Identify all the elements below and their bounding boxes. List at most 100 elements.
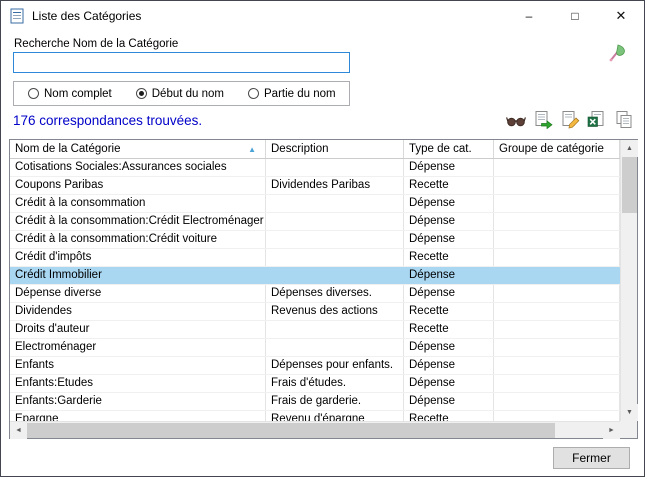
table-row[interactable]: Enfants:EtudesFrais d'études.Dépense (10, 375, 620, 393)
cell-type: Recette (404, 249, 494, 266)
vertical-scrollbar[interactable]: ▲ ▼ (620, 140, 637, 421)
table-row[interactable]: Droits d'auteurRecette (10, 321, 620, 339)
copy-icon[interactable] (613, 110, 634, 129)
clear-search-icon[interactable] (608, 43, 628, 63)
cell-type: Dépense (404, 339, 494, 356)
cell-type: Dépense (404, 231, 494, 248)
cell-description: Frais d'études. (266, 375, 404, 392)
status-text: 176 correspondances trouvées. (13, 113, 202, 128)
radio-option-label: Nom complet (44, 88, 112, 100)
table-row[interactable]: DividendesRevenus des actionsRecette (10, 303, 620, 321)
radio-unselected-icon (248, 88, 259, 99)
categories-table: Nom de la Catégorie ▲ Description Type de c… (9, 139, 638, 439)
cell-type: Dépense (404, 195, 494, 212)
cell-type: Dépense (404, 159, 494, 176)
table-body: Cotisations Sociales:Assurances sociales… (10, 159, 620, 421)
radio-selected-icon (136, 88, 147, 99)
cell-description: Dépenses pour enfants. (266, 357, 404, 374)
horizontal-scrollbar[interactable]: ◄ ► (10, 421, 620, 438)
cell-group (494, 393, 620, 410)
column-header-2[interactable]: Type de cat. (404, 140, 494, 158)
table-row[interactable]: Crédit ImmobilierDépense (10, 267, 620, 285)
fermer-button[interactable]: Fermer (553, 447, 630, 469)
radio-option-2[interactable]: Partie du nom (248, 88, 336, 100)
cell-name: Epargne (10, 411, 266, 421)
cell-type: Dépense (404, 357, 494, 374)
cell-name: Cotisations Sociales:Assurances sociales (10, 159, 266, 176)
column-header-label: Nom de la Catégorie (15, 143, 120, 155)
cell-type: Dépense (404, 267, 494, 284)
minimize-button[interactable]: – (506, 1, 552, 31)
cell-name: Crédit à la consommation:Crédit Electrom… (10, 213, 266, 230)
radio-option-0[interactable]: Nom complet (28, 88, 112, 100)
column-header-0[interactable]: Nom de la Catégorie ▲ (10, 140, 266, 158)
dialog-liste-des-categories: Liste des Catégories – □ ✕ Recherche Nom… (0, 0, 645, 477)
cell-name: Crédit à la consommation (10, 195, 266, 212)
cell-group (494, 267, 620, 284)
cell-name: Crédit d'impôts (10, 249, 266, 266)
table-row[interactable]: Crédit à la consommation Dépense (10, 195, 620, 213)
column-header-3[interactable]: Groupe de catégorie (494, 140, 620, 158)
radio-group: Nom complet Début du nom Partie du nom (13, 81, 350, 106)
table-row[interactable]: EpargneRevenu d'épargneRecette (10, 411, 620, 421)
cell-name: Dépense diverse (10, 285, 266, 302)
close-window-button[interactable]: ✕ (598, 1, 644, 31)
table-row[interactable]: Enfants:GarderieFrais de garderie.Dépens… (10, 393, 620, 411)
column-header-label: Description (271, 143, 329, 155)
radio-unselected-icon (28, 88, 39, 99)
cell-group (494, 411, 620, 421)
search-input[interactable] (13, 52, 350, 73)
column-header-label: Type de cat. (409, 143, 472, 155)
cell-group (494, 285, 620, 302)
table-row[interactable]: Crédit à la consommation:Crédit voitureD… (10, 231, 620, 249)
window-title: Liste des Catégories (32, 9, 506, 23)
cell-description (266, 339, 404, 356)
app-icon (9, 8, 25, 24)
cell-description: Dépenses diverses. (266, 285, 404, 302)
edit-file-icon[interactable] (559, 110, 580, 129)
cell-name: Enfants:Etudes (10, 375, 266, 392)
cell-group (494, 159, 620, 176)
column-header-1[interactable]: Description (266, 140, 404, 158)
view-glasses-icon[interactable] (505, 110, 526, 129)
scroll-right-icon[interactable]: ► (603, 422, 620, 439)
horizontal-scrollbar-thumb[interactable] (27, 423, 555, 438)
export-file-icon[interactable] (532, 110, 553, 129)
cell-type: Dépense (404, 213, 494, 230)
cell-type: Dépense (404, 393, 494, 410)
table-row[interactable]: Crédit d'impôts Recette (10, 249, 620, 267)
cell-name: Dividendes (10, 303, 266, 320)
table-header: Nom de la Catégorie ▲ Description Type de c… (10, 140, 620, 159)
scroll-down-icon[interactable]: ▼ (621, 404, 638, 421)
table-row[interactable]: Cotisations Sociales:Assurances sociales… (10, 159, 620, 177)
cell-description (266, 321, 404, 338)
table-row[interactable]: Coupons ParibasDividendes ParibasRecette (10, 177, 620, 195)
sort-ascending-icon: ▲ (248, 141, 256, 158)
titlebar[interactable]: Liste des Catégories – □ ✕ (1, 1, 644, 31)
cell-type: Recette (404, 177, 494, 194)
column-header-label: Groupe de catégorie (499, 143, 604, 155)
cell-group (494, 177, 620, 194)
cell-description (266, 249, 404, 266)
scrollbar-corner (620, 421, 637, 438)
search-label: Recherche Nom de la Catégorie (14, 38, 178, 50)
excel-export-icon[interactable] (586, 110, 607, 129)
cell-group (494, 195, 620, 212)
vertical-scrollbar-thumb[interactable] (622, 157, 637, 213)
radio-option-1[interactable]: Début du nom (136, 88, 224, 100)
table-row[interactable]: ElectroménagerDépense (10, 339, 620, 357)
table-row[interactable]: Dépense diverseDépenses diverses.Dépense (10, 285, 620, 303)
cell-description: Revenus des actions (266, 303, 404, 320)
cell-type: Recette (404, 303, 494, 320)
maximize-button[interactable]: □ (552, 1, 598, 31)
radio-option-label: Début du nom (152, 88, 224, 100)
cell-type: Dépense (404, 285, 494, 302)
cell-name: Enfants:Garderie (10, 393, 266, 410)
table-row[interactable]: EnfantsDépenses pour enfants.Dépense (10, 357, 620, 375)
table-row[interactable]: Crédit à la consommation:Crédit Electrom… (10, 213, 620, 231)
cell-group (494, 231, 620, 248)
cell-name: Droits d'auteur (10, 321, 266, 338)
scroll-up-icon[interactable]: ▲ (621, 140, 638, 157)
cell-group (494, 357, 620, 374)
scroll-left-icon[interactable]: ◄ (10, 422, 27, 439)
